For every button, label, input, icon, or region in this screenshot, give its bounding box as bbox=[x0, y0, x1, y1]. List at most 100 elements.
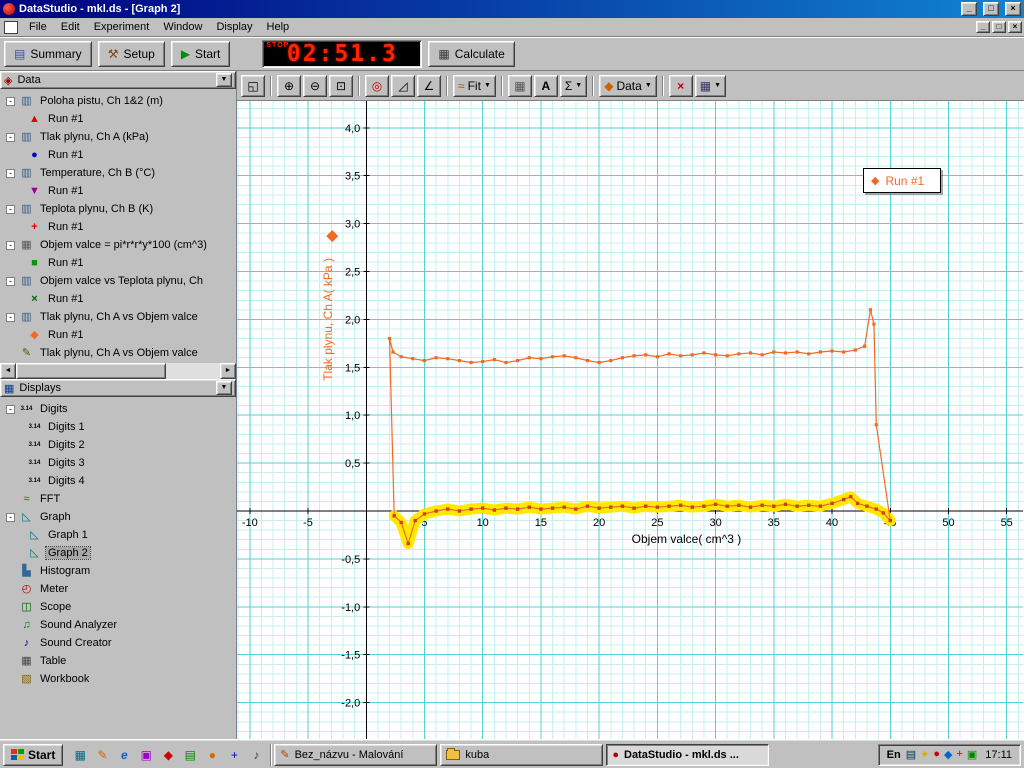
setup-button[interactable]: ⚒ Setup bbox=[98, 41, 165, 67]
scrollbar-track[interactable] bbox=[166, 363, 220, 379]
task-datastudio-mkl-ds[interactable]: ●DataStudio - mkl.ds ... bbox=[606, 744, 769, 766]
y-axis-label[interactable]: Tlak plynu, Ch A( kPa ) bbox=[321, 258, 335, 381]
maximize-button[interactable]: □ bbox=[983, 2, 999, 16]
displays-item-table[interactable]: ▦Table bbox=[0, 652, 236, 670]
tray-icon-3[interactable]: ● bbox=[933, 748, 940, 761]
data-item-tlak-plynu-ch-a-vs-objem-valce[interactable]: ✎Tlak plynu, Ch A vs Objem valce bbox=[0, 344, 236, 362]
displays-panel-dropdown-icon[interactable]: ▼ bbox=[216, 381, 232, 395]
tray-icon-1[interactable]: ▤ bbox=[906, 748, 916, 761]
quicklaunch-icon-1[interactable]: ▦ bbox=[72, 748, 88, 762]
displays-item-meter[interactable]: ◴Meter bbox=[0, 580, 236, 598]
quicklaunch-icon-9[interactable]: ♪ bbox=[248, 748, 264, 762]
scroll-right-icon[interactable]: ► bbox=[220, 363, 236, 379]
expand-box-icon[interactable]: - bbox=[6, 205, 15, 214]
start-button[interactable]: ▶ Start bbox=[171, 41, 231, 67]
data-child-run-1[interactable]: ■Run #1 bbox=[0, 254, 236, 272]
displays-child-digits-1[interactable]: 3.14Digits 1 bbox=[0, 418, 236, 436]
data-child-run-1[interactable]: +Run #1 bbox=[0, 218, 236, 236]
quicklaunch-icon-2[interactable]: ✎ bbox=[94, 748, 110, 762]
data-item-tlak-plynu-ch-a-kpa[interactable]: -▥Tlak plynu, Ch A (kPa) bbox=[0, 128, 236, 146]
data-item-objem-valce-pi-r-r-y-100-cm-3[interactable]: -▦Objem valce = pi*r*r*y*100 (cm^3) bbox=[0, 236, 236, 254]
expand-box-icon[interactable]: - bbox=[6, 133, 15, 142]
expand-box-icon[interactable]: - bbox=[6, 513, 15, 522]
expand-box-icon[interactable]: - bbox=[6, 405, 15, 414]
data-child-run-1[interactable]: ●Run #1 bbox=[0, 146, 236, 164]
menu-file[interactable]: File bbox=[22, 19, 54, 35]
data-item-poloha-pistu-ch-1-2-m[interactable]: -▥Poloha pistu, Ch 1&2 (m) bbox=[0, 92, 236, 110]
data-child-run-1[interactable]: ◆Run #1 bbox=[0, 326, 236, 344]
menu-experiment[interactable]: Experiment bbox=[87, 19, 157, 35]
mdi-restore-button[interactable]: □ bbox=[992, 21, 1006, 33]
start-menu-button[interactable]: Start bbox=[3, 744, 63, 766]
displays-child-graph-2[interactable]: ◺Graph 2 bbox=[0, 544, 236, 562]
mdi-close-button[interactable]: × bbox=[1008, 21, 1022, 33]
displays-item-sound-creator[interactable]: ♪Sound Creator bbox=[0, 634, 236, 652]
document-icon[interactable] bbox=[4, 21, 18, 34]
displays-child-graph-1[interactable]: ◺Graph 1 bbox=[0, 526, 236, 544]
displays-item-scope[interactable]: ◫Scope bbox=[0, 598, 236, 616]
data-item-objem-valce-vs-teplota-plynu-ch[interactable]: -▥Objem valce vs Teplota plynu, Ch bbox=[0, 272, 236, 290]
quicklaunch-icon-4[interactable]: ▣ bbox=[138, 748, 154, 762]
expand-box-icon[interactable]: - bbox=[6, 313, 15, 322]
displays-item-digits[interactable]: -3.14Digits bbox=[0, 400, 236, 418]
tray-icon-2[interactable]: ✦ bbox=[920, 748, 929, 761]
plot-area[interactable]: -10-5510152025303540455055-2,0-1,5-1,0-0… bbox=[237, 101, 1024, 740]
data-item-teplota-plynu-ch-b-k[interactable]: -▥Teplota plynu, Ch B (K) bbox=[0, 200, 236, 218]
data-child-run-1[interactable]: ▲Run #1 bbox=[0, 110, 236, 128]
quicklaunch-icon-7[interactable]: ● bbox=[204, 748, 220, 762]
quicklaunch-icon-5[interactable]: ◆ bbox=[160, 748, 176, 762]
displays-item-workbook[interactable]: ▧Workbook bbox=[0, 670, 236, 688]
expand-box-icon[interactable]: - bbox=[6, 97, 15, 106]
calculate-button[interactable]: ▦ Calculate bbox=[428, 41, 514, 67]
scale-to-fit-button[interactable]: ◱ bbox=[241, 75, 265, 97]
displays-item-sound-analyzer[interactable]: ♫Sound Analyzer bbox=[0, 616, 236, 634]
legend-box[interactable]: ◆ Run #1 bbox=[863, 168, 941, 193]
zoom-in-button[interactable]: ⊕ bbox=[277, 75, 301, 97]
calculator-button[interactable]: ▦ bbox=[508, 75, 532, 97]
close-button[interactable]: × bbox=[1005, 2, 1021, 16]
data-child-run-1[interactable]: ×Run #1 bbox=[0, 290, 236, 308]
text-note-button[interactable]: A bbox=[534, 75, 558, 97]
tray-icon-6[interactable]: ▣ bbox=[967, 748, 977, 761]
quicklaunch-icon-8[interactable]: + bbox=[226, 748, 242, 762]
task-kuba[interactable]: kuba bbox=[440, 744, 603, 766]
quicklaunch-icon-3[interactable]: e bbox=[116, 748, 132, 762]
fit-menu-button[interactable]: ≈Fit▼ bbox=[453, 75, 496, 97]
x-axis-label[interactable]: Objem valce( cm^3 ) bbox=[632, 532, 742, 546]
delete-button[interactable]: × bbox=[669, 75, 693, 97]
data-tree-hscrollbar[interactable]: ◄ ► bbox=[0, 363, 236, 379]
scrollbar-thumb[interactable] bbox=[16, 363, 166, 379]
mdi-minimize-button[interactable]: _ bbox=[976, 21, 990, 33]
menu-display[interactable]: Display bbox=[209, 19, 259, 35]
data-child-run-1[interactable]: ▼Run #1 bbox=[0, 182, 236, 200]
expand-box-icon[interactable]: - bbox=[6, 241, 15, 250]
tray-icon-4[interactable]: ◆ bbox=[944, 748, 952, 761]
displays-child-digits-3[interactable]: 3.14Digits 3 bbox=[0, 454, 236, 472]
language-indicator[interactable]: En bbox=[887, 749, 901, 761]
smart-tool-button[interactable]: ◎ bbox=[365, 75, 389, 97]
displays-item-fft[interactable]: ≈FFT bbox=[0, 490, 236, 508]
data-item-tlak-plynu-ch-a-vs-objem-valce[interactable]: -▥Tlak plynu, Ch A vs Objem valce bbox=[0, 308, 236, 326]
slope-tool-button[interactable]: ◿ bbox=[391, 75, 415, 97]
displays-child-digits-2[interactable]: 3.14Digits 2 bbox=[0, 436, 236, 454]
zoom-select-button[interactable]: ⊡ bbox=[329, 75, 353, 97]
displays-item-graph[interactable]: -◺Graph bbox=[0, 508, 236, 526]
expand-box-icon[interactable]: - bbox=[6, 169, 15, 178]
note-tool-button[interactable]: ∠ bbox=[417, 75, 441, 97]
quicklaunch-icon-6[interactable]: ▤ bbox=[182, 748, 198, 762]
task-bez-n-zvu-malov-n[interactable]: ✎Bez_názvu - Malování bbox=[274, 744, 437, 766]
menu-window[interactable]: Window bbox=[156, 19, 209, 35]
menu-help[interactable]: Help bbox=[260, 19, 297, 35]
displays-child-digits-4[interactable]: 3.14Digits 4 bbox=[0, 472, 236, 490]
data-item-temperature-ch-b-c[interactable]: -▥Temperature, Ch B (°C) bbox=[0, 164, 236, 182]
scroll-left-icon[interactable]: ◄ bbox=[0, 363, 16, 379]
displays-item-histogram[interactable]: ▙Histogram bbox=[0, 562, 236, 580]
axis-handle-diamond-icon[interactable] bbox=[326, 230, 338, 242]
data-menu-button[interactable]: ◆Data▼ bbox=[599, 75, 657, 97]
minimize-button[interactable]: _ bbox=[961, 2, 977, 16]
data-panel-dropdown-icon[interactable]: ▼ bbox=[216, 73, 232, 87]
statistics-menu-button[interactable]: Σ▼ bbox=[560, 75, 587, 97]
menu-edit[interactable]: Edit bbox=[54, 19, 87, 35]
graph-canvas[interactable]: -10-5510152025303540455055-2,0-1,5-1,0-0… bbox=[237, 101, 1023, 739]
zoom-out-button[interactable]: ⊖ bbox=[303, 75, 327, 97]
